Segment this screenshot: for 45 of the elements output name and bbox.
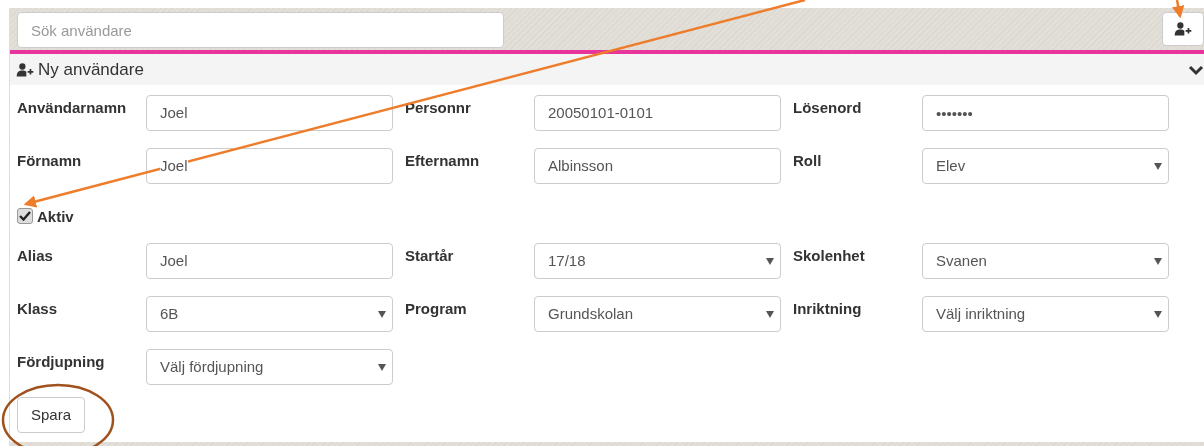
caret-down-icon — [1154, 257, 1162, 265]
caret-down-icon — [766, 310, 774, 318]
dropdown-field[interactable]: Grundskolan — [534, 296, 781, 332]
caret-down-icon — [1154, 162, 1162, 170]
dropdown-field[interactable]: Välj fördjupning — [146, 349, 393, 385]
field-label: Personnr — [405, 98, 472, 118]
password-field[interactable]: ••••••• — [922, 95, 1169, 131]
field-label: Lösenord — [793, 98, 863, 118]
dropdown-field[interactable]: Elev — [922, 148, 1169, 184]
checkbox[interactable] — [17, 208, 33, 224]
field-label: Startår — [405, 246, 455, 266]
field-label: Roll — [793, 151, 823, 171]
annotation-arrow — [1172, 0, 1185, 19]
add-user-icon — [1174, 22, 1192, 36]
field-label: Skolenhet — [793, 246, 866, 266]
search-field[interactable]: Sök användare — [17, 12, 504, 48]
field-label: Förnamn — [17, 151, 83, 171]
text-field[interactable]: Joel — [146, 148, 393, 184]
add-user-button[interactable] — [1162, 12, 1204, 46]
chevron-down-icon[interactable] — [1188, 63, 1204, 76]
dropdown-field[interactable]: 6B — [146, 296, 393, 332]
panel-title: Ny användare — [38, 58, 144, 81]
caret-down-icon — [1154, 310, 1162, 318]
field-label: Inriktning — [793, 299, 863, 319]
caret-down-icon — [766, 257, 774, 265]
field-label: Alias — [17, 246, 54, 266]
panel-header[interactable]: Ny användare — [10, 54, 1204, 85]
add-user-icon — [16, 62, 34, 77]
field-label: Efternamn — [405, 151, 481, 171]
text-field[interactable]: Albinsson — [534, 148, 781, 184]
dropdown-field[interactable]: 17/18 — [534, 243, 781, 279]
dropdown-field[interactable]: Svanen — [922, 243, 1169, 279]
dropdown-field[interactable]: Välj inriktning — [922, 296, 1169, 332]
field-label: Aktiv — [37, 207, 74, 228]
text-field[interactable]: 20050101-0101 — [534, 95, 781, 131]
caret-down-icon — [378, 363, 386, 371]
field-label: Användarnamn — [17, 98, 128, 118]
field-label: Program — [405, 299, 468, 319]
checkmark-icon — [19, 211, 31, 221]
caret-down-icon — [378, 310, 386, 318]
text-field[interactable]: Joel — [146, 243, 393, 279]
field-label: Klass — [17, 299, 59, 319]
field-label: Fördjupning — [17, 352, 106, 372]
text-field[interactable]: Joel — [146, 95, 393, 131]
save-button[interactable]: Spara — [17, 397, 85, 433]
